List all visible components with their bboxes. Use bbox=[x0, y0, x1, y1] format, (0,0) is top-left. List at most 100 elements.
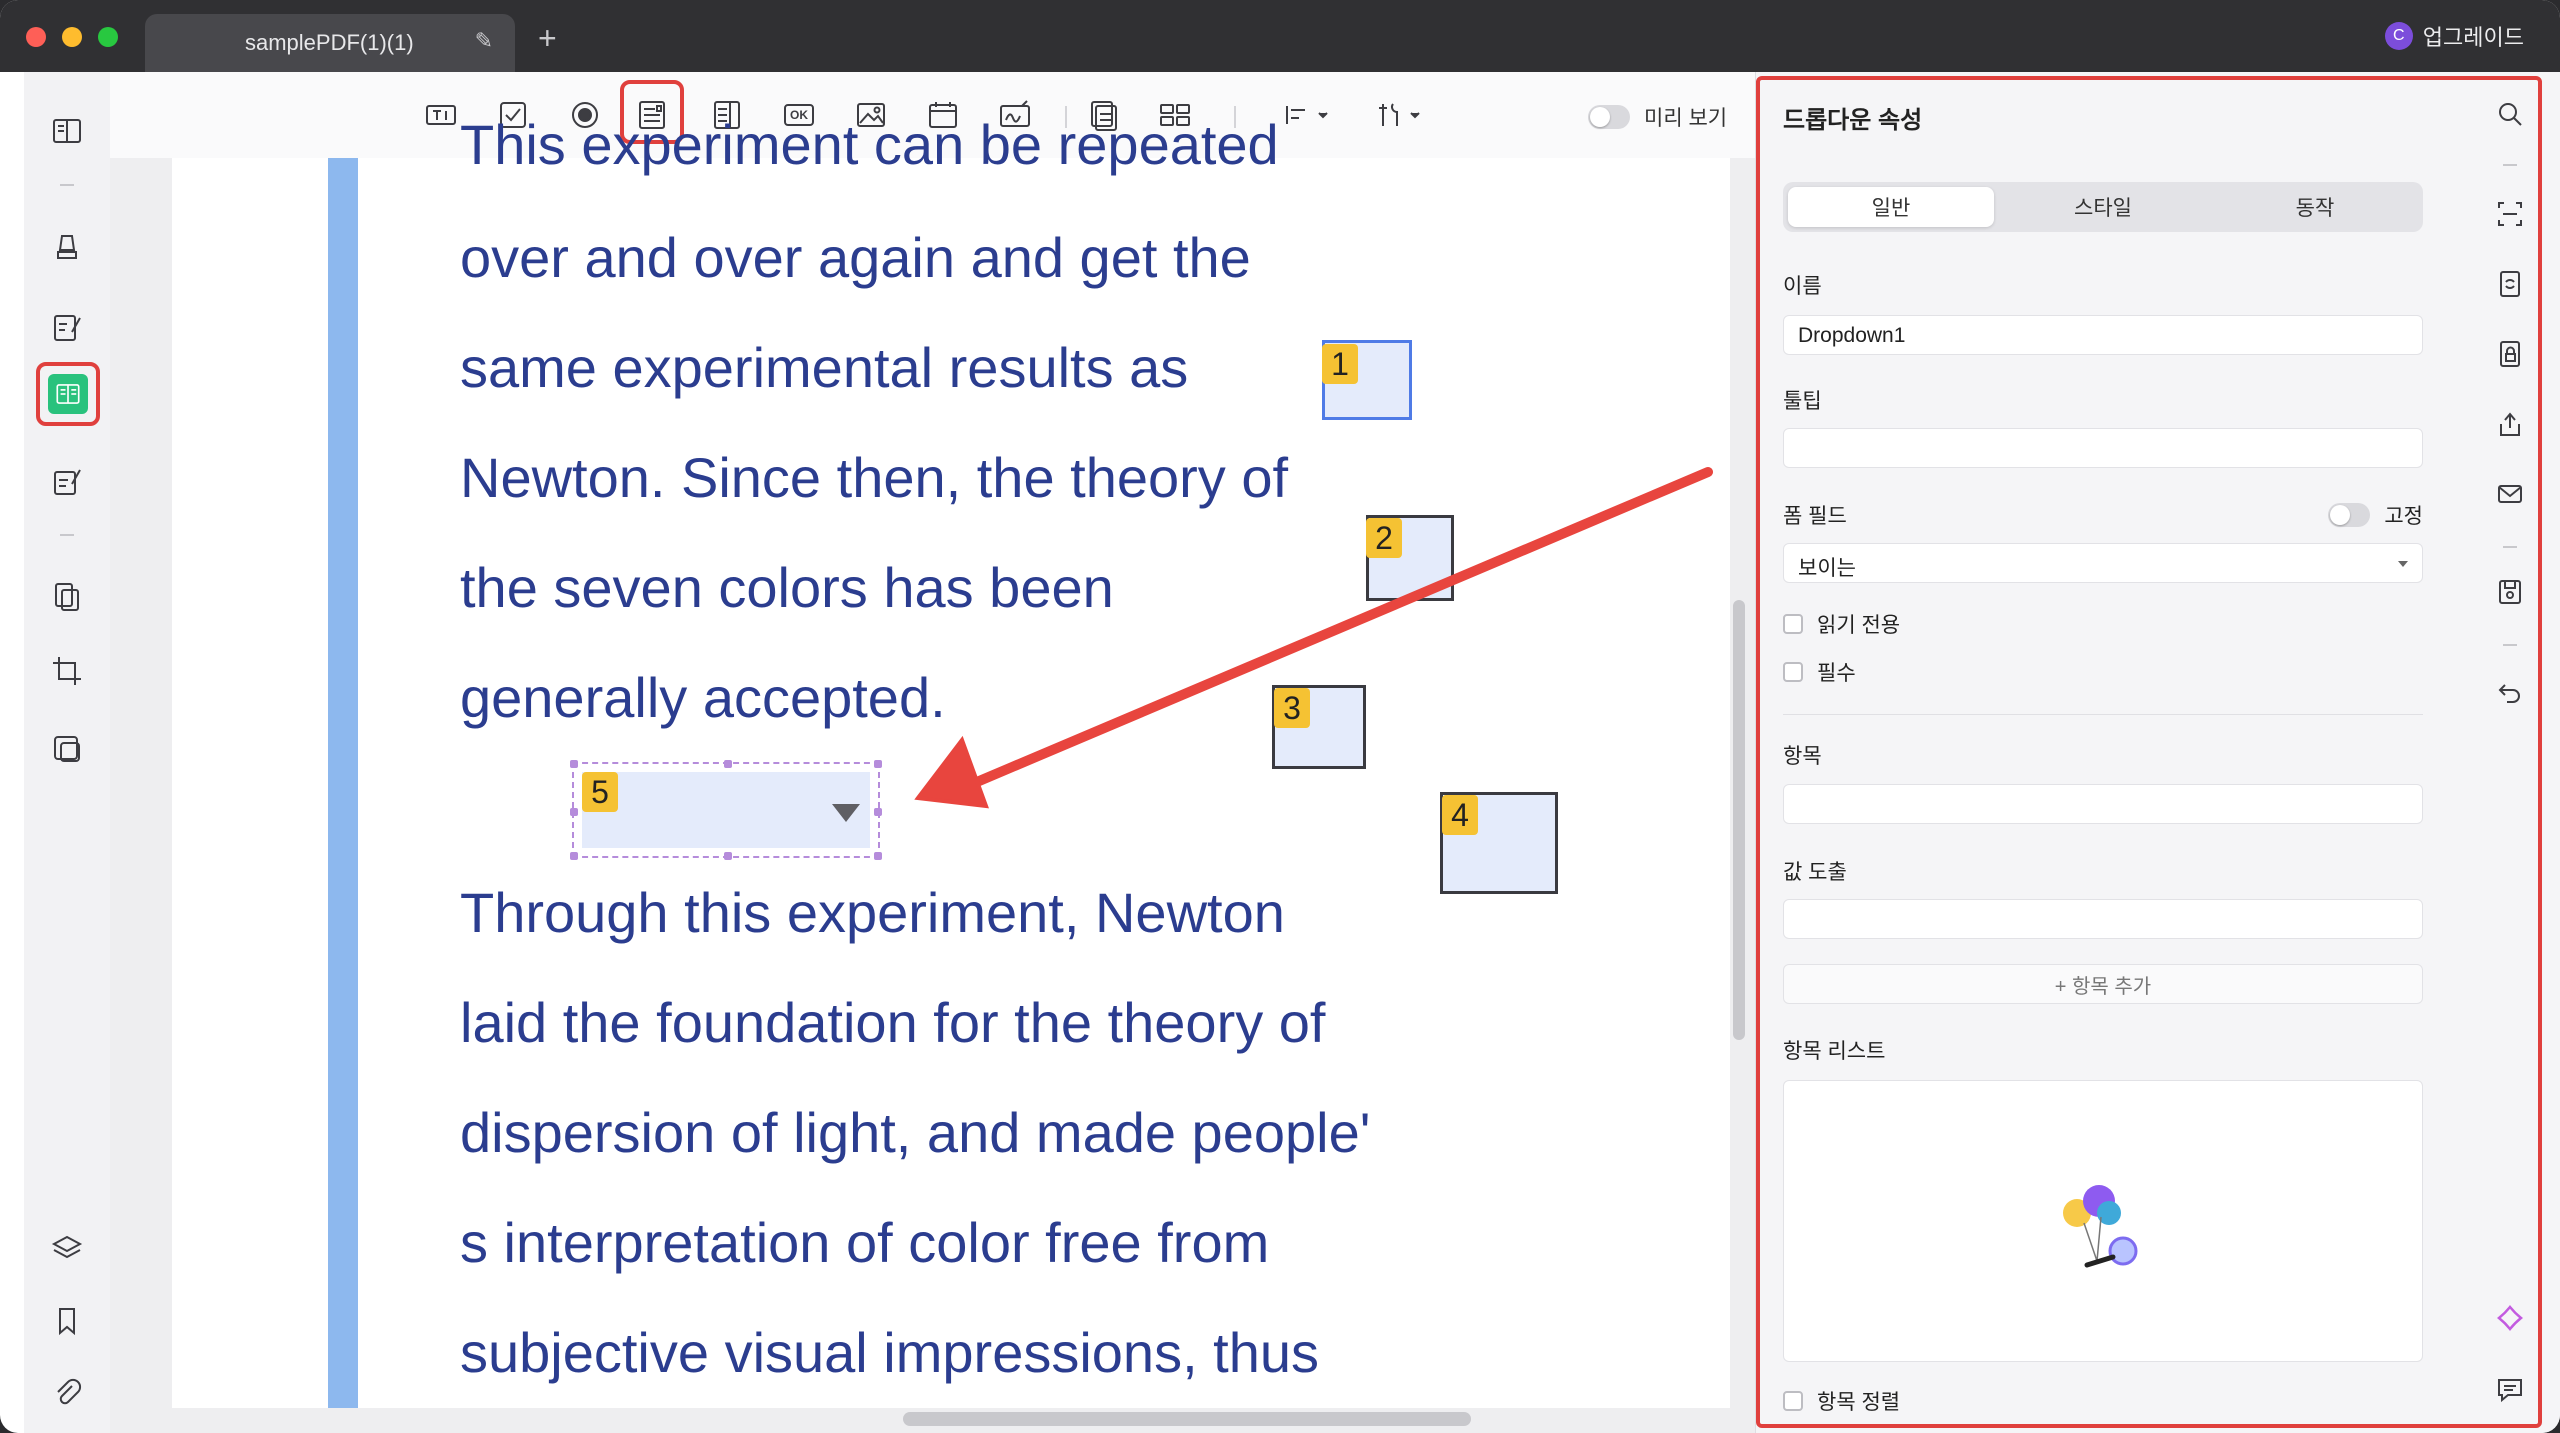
required-checkbox[interactable]: 필수 bbox=[1783, 657, 1856, 687]
highlight-comment-icon[interactable] bbox=[46, 226, 88, 268]
resize-handle[interactable] bbox=[874, 760, 882, 768]
preview-switch[interactable] bbox=[1588, 105, 1630, 129]
horizontal-scrollbar[interactable] bbox=[903, 1412, 1471, 1426]
name-field[interactable]: Dropdown1 bbox=[1783, 315, 2423, 355]
doc-line: subjective visual impressions, thus bbox=[460, 1321, 1320, 1384]
checkbox-box[interactable] bbox=[1783, 1391, 1803, 1411]
panel-divider bbox=[1783, 714, 2423, 715]
required-label: 필수 bbox=[1817, 662, 1856, 685]
checkbox-box[interactable] bbox=[1783, 662, 1803, 682]
toolbar-divider bbox=[2503, 546, 2517, 548]
dropdown-field-5[interactable] bbox=[570, 760, 882, 860]
preview-label: 미리 보기 bbox=[1644, 107, 1728, 130]
doc-line: This experiment can be repeated bbox=[460, 113, 1279, 176]
export-value-label: 값 도출 bbox=[1783, 861, 1847, 884]
visibility-value: 보이는 bbox=[1798, 557, 1856, 580]
dropdown-caret-icon[interactable] bbox=[832, 804, 860, 822]
bookmark-icon[interactable] bbox=[46, 1300, 88, 1342]
doc-line: laid the foundation for the theory of bbox=[460, 991, 1326, 1054]
attachment-icon[interactable] bbox=[46, 1372, 88, 1414]
visibility-select[interactable]: 보이는 bbox=[1783, 543, 2423, 583]
tab-action[interactable]: 동작 bbox=[2212, 187, 2418, 227]
dropdown-properties-panel: 드롭다운 속성 일반 스타일 동작 이름 Dropdown1 툴팁 폼 필드 고… bbox=[1755, 72, 2461, 1433]
item-field[interactable] bbox=[1783, 784, 2423, 824]
align-icon[interactable] bbox=[1276, 94, 1346, 136]
minimize-window-button[interactable] bbox=[62, 27, 82, 47]
field-number-badge: 5 bbox=[582, 772, 618, 812]
empty-list-balloons-icon bbox=[2063, 1185, 2138, 1268]
undo-icon[interactable] bbox=[2492, 674, 2528, 710]
export-value-field[interactable] bbox=[1783, 899, 2423, 939]
comment-icon[interactable] bbox=[2492, 1372, 2528, 1408]
blue-margin-bar bbox=[328, 158, 358, 1408]
email-icon[interactable] bbox=[2492, 476, 2528, 512]
sidebar-divider bbox=[60, 534, 74, 536]
resize-handle[interactable] bbox=[570, 760, 578, 768]
resize-handle[interactable] bbox=[570, 852, 578, 860]
share-icon[interactable] bbox=[2492, 406, 2528, 442]
resize-handle[interactable] bbox=[724, 760, 732, 768]
resize-handle[interactable] bbox=[874, 808, 882, 816]
rename-pencil-icon[interactable]: ✎ bbox=[475, 28, 493, 54]
page-tools-icon[interactable] bbox=[46, 728, 88, 770]
text-field-icon[interactable] bbox=[420, 94, 462, 136]
panel-title: 드롭다운 속성 bbox=[1783, 107, 1923, 134]
document-tab[interactable]: samplePDF(1)(1) ✎ bbox=[145, 14, 515, 72]
title-bar: samplePDF(1)(1) ✎ + C 업그레이드 bbox=[0, 0, 2560, 72]
reader-mode-icon[interactable] bbox=[46, 110, 88, 152]
resize-handle[interactable] bbox=[874, 852, 882, 860]
resize-handle[interactable] bbox=[570, 808, 578, 816]
name-label: 이름 bbox=[1783, 275, 1822, 298]
search-icon[interactable] bbox=[2492, 96, 2528, 132]
tab-style[interactable]: 스타일 bbox=[2000, 187, 2206, 227]
add-item-button[interactable]: + 항목 추가 bbox=[1783, 964, 2423, 1004]
right-utility-bar bbox=[2460, 72, 2560, 1433]
vertical-scrollbar[interactable] bbox=[1733, 600, 1745, 1040]
fixed-toggle[interactable]: 고정 bbox=[2328, 500, 2423, 530]
ocr-icon[interactable] bbox=[2492, 196, 2528, 232]
item-list-label: 항목 리스트 bbox=[1783, 1040, 1886, 1063]
fill-sign-icon[interactable] bbox=[46, 460, 88, 502]
tab-general[interactable]: 일반 bbox=[1788, 187, 1994, 227]
item-label: 항목 bbox=[1783, 745, 1822, 768]
readonly-label: 읽기 전용 bbox=[1817, 614, 1901, 637]
convert-icon[interactable] bbox=[2492, 266, 2528, 302]
tooltip-label: 툴팁 bbox=[1783, 390, 1822, 413]
protect-icon[interactable] bbox=[2492, 336, 2528, 372]
close-window-button[interactable] bbox=[26, 27, 46, 47]
account-avatar: C bbox=[2384, 22, 2413, 50]
left-tool-sidebar bbox=[24, 72, 111, 1433]
readonly-checkbox[interactable]: 읽기 전용 bbox=[1783, 609, 1900, 639]
form-field-label: 폼 필드 bbox=[1783, 505, 1847, 528]
edit-pdf-icon[interactable] bbox=[46, 306, 88, 348]
annotation-arrow bbox=[914, 467, 1713, 809]
field-number-badge: 1 bbox=[1322, 344, 1358, 384]
toolbar-divider bbox=[2503, 164, 2517, 166]
tooltip-field[interactable] bbox=[1783, 428, 2423, 468]
tools-icon[interactable] bbox=[1370, 94, 1440, 136]
ai-assistant-icon[interactable] bbox=[2492, 1300, 2528, 1336]
fixed-label: 고정 bbox=[2384, 505, 2423, 528]
sort-items-checkbox[interactable]: 항목 정렬 bbox=[1783, 1386, 1900, 1416]
form-tool-active[interactable] bbox=[36, 362, 100, 426]
save-icon[interactable] bbox=[2492, 574, 2528, 610]
layers-icon[interactable] bbox=[46, 1228, 88, 1270]
zoom-window-button[interactable] bbox=[98, 27, 118, 47]
upgrade-label: 업그레이드 bbox=[2422, 25, 2524, 50]
preview-toggle[interactable]: 미리 보기 bbox=[1588, 102, 1727, 132]
fixed-switch[interactable] bbox=[2328, 503, 2371, 527]
item-list-box[interactable] bbox=[1783, 1080, 2423, 1362]
resize-handle[interactable] bbox=[724, 852, 732, 860]
new-tab-button[interactable]: + bbox=[538, 20, 557, 57]
doc-line: generally accepted. bbox=[460, 666, 946, 729]
chevron-down-icon bbox=[2398, 561, 2408, 567]
properties-tabs: 일반 스타일 동작 bbox=[1783, 182, 2423, 232]
organize-pages-icon[interactable] bbox=[46, 576, 88, 618]
upgrade-button[interactable]: C 업그레이드 bbox=[2384, 20, 2524, 52]
doc-line: s interpretation of color free from bbox=[460, 1211, 1270, 1274]
doc-line: Through this experiment, Newton bbox=[460, 881, 1285, 944]
crop-icon[interactable] bbox=[46, 650, 88, 692]
checkbox-box[interactable] bbox=[1783, 614, 1803, 634]
app-window: samplePDF(1)(1) ✎ + C 업그레이드 OK 미리 보기 Thi… bbox=[0, 0, 2560, 1433]
sort-items-label: 항목 정렬 bbox=[1817, 1391, 1901, 1414]
